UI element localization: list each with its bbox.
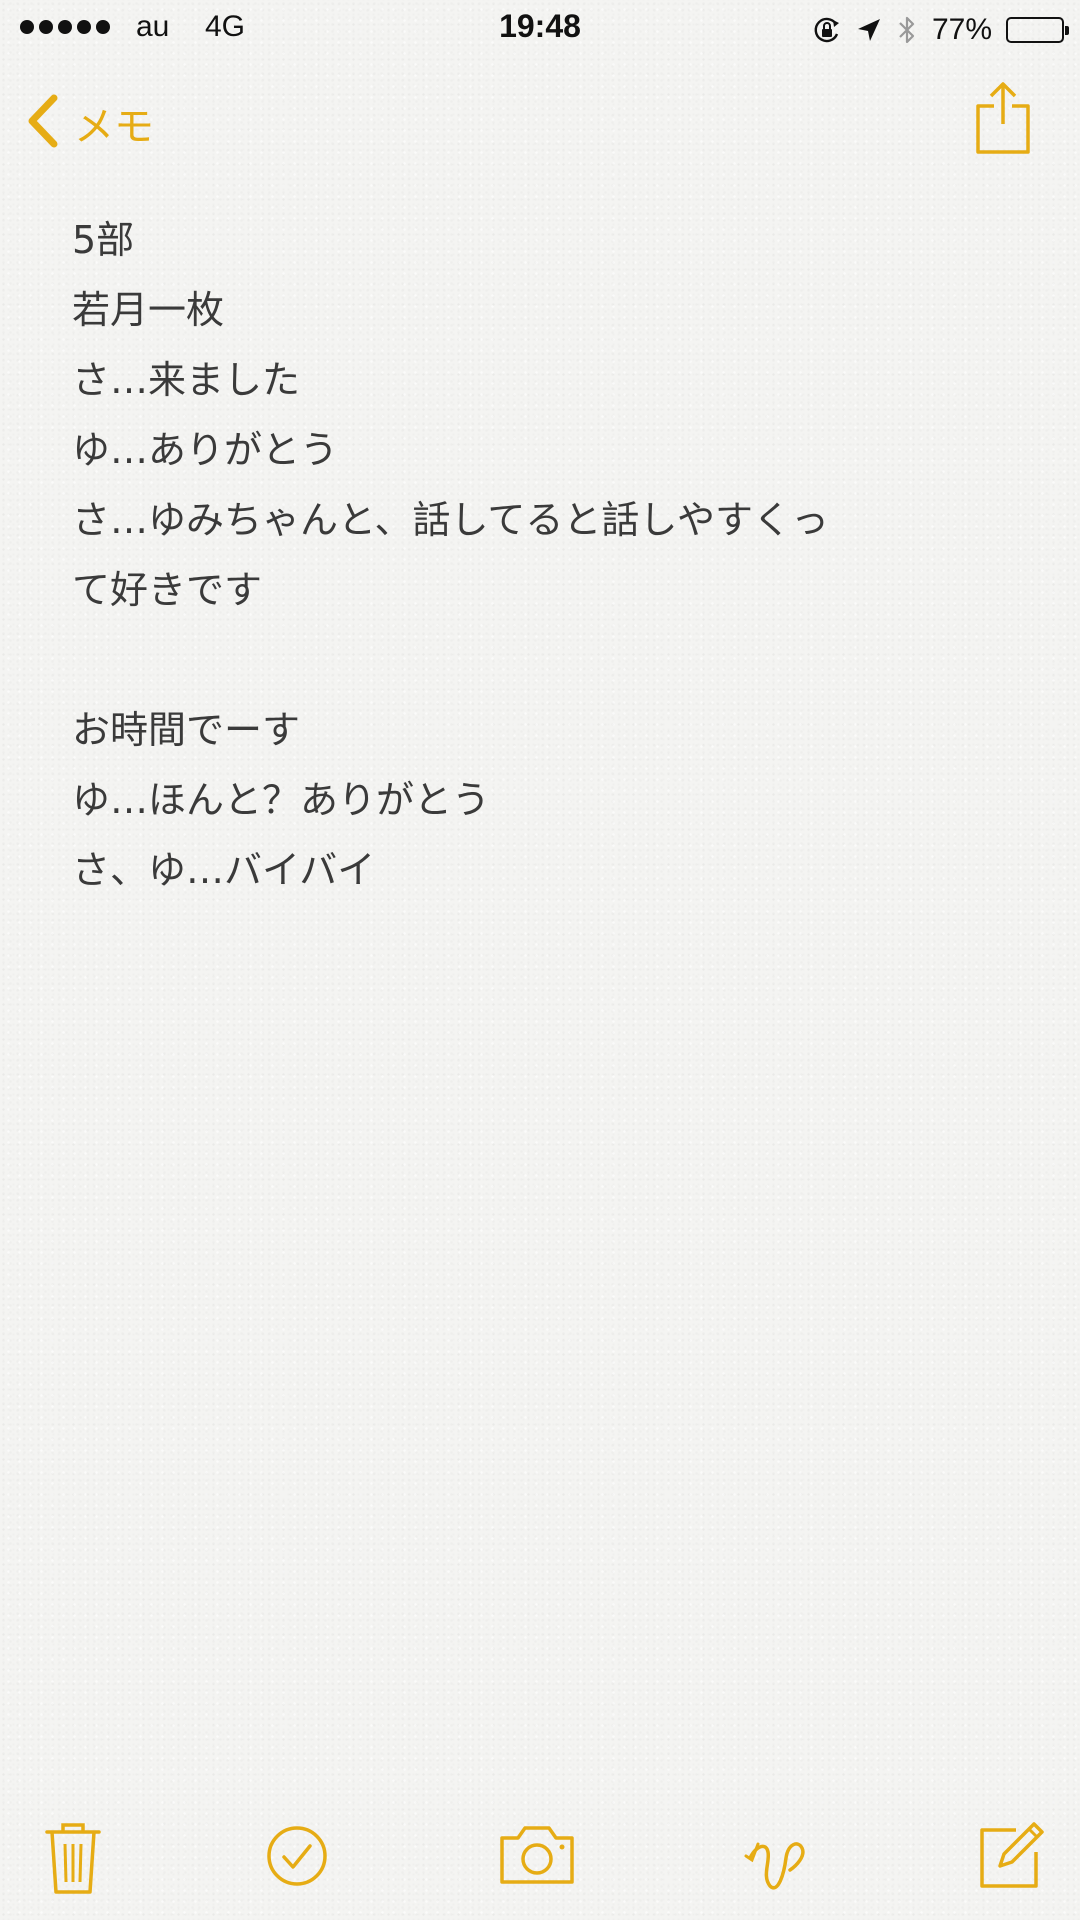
status-right-group: 77% (812, 10, 1069, 50)
note-line: ゆ…ほんと？ありがとう (72, 778, 491, 822)
delete-button[interactable] (44, 1820, 102, 1896)
note-line: 若月一枚 (72, 288, 225, 332)
note-line: ゆ…ありがとう (72, 428, 339, 472)
camera-button[interactable] (496, 1822, 578, 1888)
note-line: 5部 (72, 218, 135, 262)
bottom-toolbar (0, 1810, 1080, 1910)
note-line: さ…来ました (72, 358, 301, 402)
trash-icon (45, 1823, 101, 1894)
battery-icon (1006, 17, 1069, 43)
note-line: お時間でーす (72, 708, 301, 752)
back-button-label: メモ (74, 104, 154, 150)
navigation-bar: メモ (0, 60, 1080, 180)
share-icon (976, 82, 1030, 154)
chevron-left-icon (26, 94, 60, 152)
battery-percent: 77% (931, 13, 992, 46)
orientation-lock-icon (812, 15, 842, 45)
location-arrow-icon (856, 17, 882, 43)
note-line (72, 625, 1012, 695)
camera-icon (500, 1826, 574, 1884)
status-bar: au 4G 19:48 77% (0, 0, 1080, 60)
back-button[interactable]: メモ (26, 94, 154, 152)
note-line: て好きです (72, 568, 263, 612)
sketch-button[interactable] (744, 1816, 812, 1896)
checklist-button[interactable] (265, 1824, 329, 1888)
note-line: さ、ゆ…バイバイ (72, 848, 376, 892)
bluetooth-icon (896, 14, 918, 46)
note-line: さ…ゆみちゃんと、話してると話しやすくっ (72, 498, 829, 542)
share-button[interactable] (974, 78, 1032, 160)
sketch-icon (744, 1842, 805, 1890)
note-body[interactable]: 5部若月一枚さ…来ました ゆ…ありがとうさ…ゆみちゃんと、話してると話しやすくって… (72, 205, 1012, 905)
checklist-icon (267, 1826, 327, 1886)
compose-icon (980, 1822, 1044, 1888)
compose-button[interactable] (976, 1816, 1048, 1890)
